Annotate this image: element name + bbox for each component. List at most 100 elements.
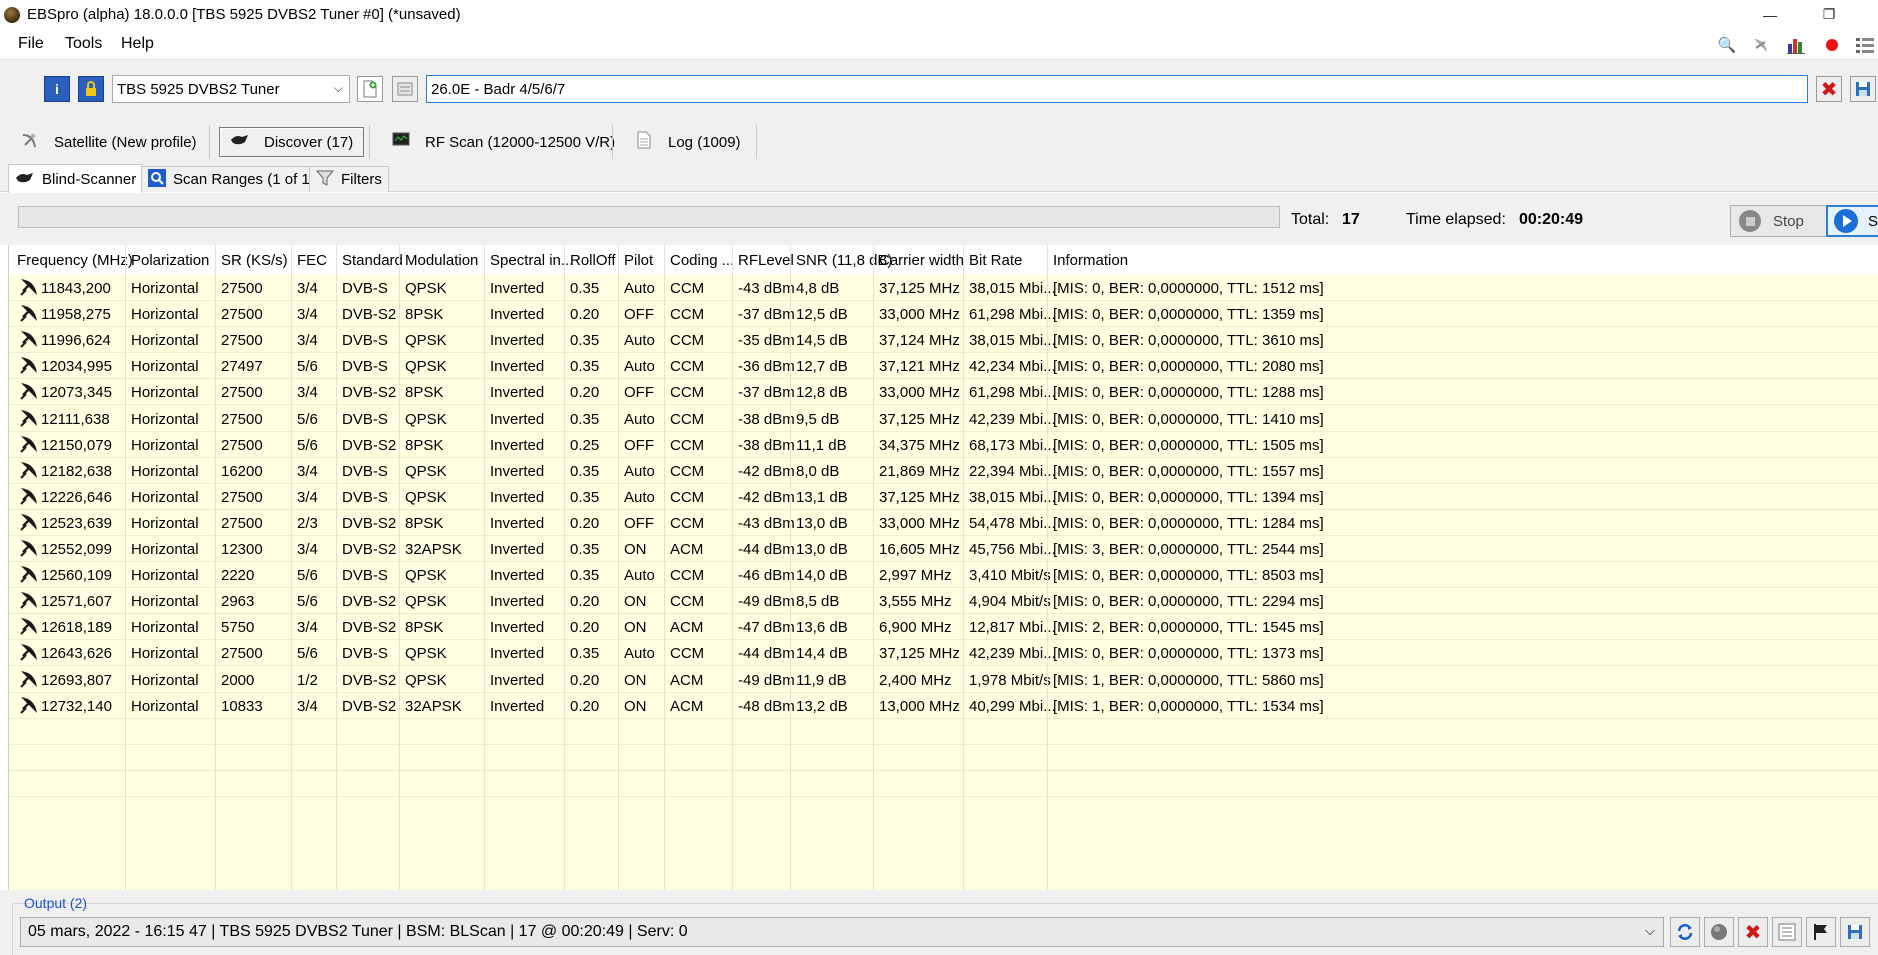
- table-cell: CCM: [670, 567, 705, 585]
- table-row[interactable]: 12571,607 Horizontal 2963 5/6 DVB-S2 QPSK Inve…: [9, 588, 1878, 615]
- menu-file[interactable]: File: [18, 35, 44, 53]
- table-row[interactable]: 12073,345 Horizontal 27500 3/4 DVB-S2 8PSK Inv…: [9, 379, 1878, 406]
- column-header[interactable]: RollOff: [570, 252, 616, 269]
- table-cell: 37,125 MHz: [879, 410, 960, 428]
- table-cell: 12732,140: [41, 697, 112, 715]
- clear-icon[interactable]: ✖: [1816, 76, 1842, 102]
- table-cell: CCM: [670, 384, 705, 402]
- table-cell: ACM: [670, 619, 704, 637]
- lock-icon[interactable]: [78, 76, 104, 102]
- table-row[interactable]: 12182,638 Horizontal 16200 3/4 DVB-S QPSK Inve…: [9, 458, 1878, 484]
- record-icon[interactable]: [1821, 35, 1843, 55]
- output-select[interactable]: 05 mars, 2022 - 16:15 47 | TBS 5925 DVBS…: [20, 917, 1664, 947]
- table-row[interactable]: 12643,626 Horizontal 27500 5/6 DVB-S QPSK Inve…: [9, 640, 1878, 667]
- discover-icon: [15, 171, 35, 187]
- column-header[interactable]: Standard: [342, 252, 403, 269]
- table-cell: 2,400 MHz: [879, 671, 952, 689]
- tab-satellite[interactable]: Satellite (New profile): [20, 127, 197, 157]
- table-cell: 3,555 MHz: [879, 593, 952, 611]
- table-row[interactable]: 12034,995 Horizontal 27497 5/6 DVB-S QPSK Inve…: [9, 353, 1878, 380]
- table-row[interactable]: 11843,200 Horizontal 27500 3/4 DVB-S QPSK Inve…: [9, 275, 1878, 302]
- column-header[interactable]: Polarization: [131, 252, 209, 269]
- save-output-icon[interactable]: [1840, 917, 1870, 947]
- table-row[interactable]: 12693,807 Horizontal 2000 1/2 DVB-S2 QPSK Inve…: [9, 667, 1878, 693]
- table-cell: 5/6: [297, 593, 318, 611]
- column-header[interactable]: Carrier width: [879, 252, 964, 269]
- table-cell: 42,234 Mbi...: [969, 358, 1056, 376]
- chart-icon[interactable]: [1785, 35, 1807, 55]
- table-row[interactable]: 12552,099 Horizontal 12300 3/4 DVB-S2 32APSK I…: [9, 536, 1878, 563]
- tab-rf-scan[interactable]: RF Scan (12000-12500 V/R): [391, 127, 615, 157]
- column-header[interactable]: SR (KS/s): [221, 252, 288, 269]
- clear-output-icon[interactable]: ✖: [1738, 917, 1768, 947]
- table-cell: 27497: [221, 358, 263, 376]
- table-row[interactable]: 12111,638 Horizontal 27500 5/6 DVB-S QPSK Inve…: [9, 406, 1878, 432]
- tab-scan-ranges[interactable]: Scan Ranges (1 of 1): [141, 166, 322, 192]
- start-button[interactable]: S: [1826, 205, 1878, 237]
- table-cell: 68,173 Mbi...: [969, 436, 1056, 454]
- satellite-dish-icon: [19, 434, 41, 456]
- tab-log[interactable]: Log (1009): [634, 127, 741, 157]
- document-icon: [634, 131, 654, 153]
- satellite-input[interactable]: [426, 75, 1808, 103]
- table-cell: Horizontal: [131, 567, 199, 585]
- tab-discover[interactable]: Discover (17): [219, 127, 365, 157]
- tab-filters[interactable]: Filters: [309, 166, 389, 192]
- column-header[interactable]: Frequency (MHz): [17, 252, 133, 269]
- column-header[interactable]: Bit Rate: [969, 252, 1022, 269]
- scan-progress-bar: [18, 206, 1280, 228]
- tab-blind-scanner[interactable]: Blind-Scanner: [8, 164, 144, 193]
- new-document-icon[interactable]: [357, 76, 383, 102]
- column-divider: [873, 245, 874, 890]
- table-cell: 5/6: [297, 410, 318, 428]
- table-cell: -47 dBm: [738, 619, 795, 637]
- table-cell: [MIS: 1, BER: 0,0000000, TTL: 5860 ms]: [1053, 671, 1324, 689]
- table-cell: CCM: [670, 332, 705, 350]
- table-cell: Auto: [624, 567, 655, 585]
- restore-button[interactable]: ❐: [1806, 0, 1852, 29]
- table-cell: 0.20: [570, 593, 600, 611]
- table-row[interactable]: 12560,109 Horizontal 2220 5/6 DVB-S QPSK Inver…: [9, 562, 1878, 589]
- menu-help[interactable]: Help: [121, 35, 154, 53]
- table-cell: ON: [624, 671, 647, 689]
- table-cell: 27500: [221, 384, 263, 402]
- properties-icon[interactable]: [392, 76, 418, 102]
- table-cell: 0.35: [570, 488, 600, 506]
- time-elapsed-value: 00:20:49: [1519, 211, 1584, 228]
- table-row[interactable]: 12523,639 Horizontal 27500 2/3 DVB-S2 8PSK Inv…: [9, 510, 1878, 536]
- column-header[interactable]: Pilot: [624, 252, 653, 269]
- tuner-select[interactable]: TBS 5925 DVBS2 Tuner ⌵: [112, 75, 350, 103]
- flag-icon[interactable]: [1806, 917, 1836, 947]
- table-row[interactable]: 11958,275 Horizontal 27500 3/4 DVB-S2 8PSK Inv…: [9, 301, 1878, 328]
- table-cell: 27500: [221, 410, 263, 428]
- table-row[interactable]: 11996,624 Horizontal 27500 3/4 DVB-S QPSK Inve…: [9, 327, 1878, 354]
- refresh-icon[interactable]: [1670, 917, 1700, 947]
- list-icon[interactable]: [1854, 35, 1876, 55]
- search-icon[interactable]: 🔍: [1716, 35, 1738, 55]
- save-icon[interactable]: [1850, 76, 1876, 102]
- dish-icon[interactable]: [1750, 35, 1772, 55]
- table-cell: 12552,099: [41, 541, 112, 558]
- column-header[interactable]: Coding ...: [670, 252, 734, 269]
- column-header[interactable]: Information: [1053, 252, 1128, 269]
- table-cell: 12643,626: [41, 645, 112, 663]
- table-cell: CCM: [670, 645, 705, 663]
- table-row[interactable]: 12732,140 Horizontal 10833 3/4 DVB-S2 32APSK I…: [9, 693, 1878, 719]
- table-row[interactable]: 12150,079 Horizontal 27500 5/6 DVB-S2 8PSK Inv…: [9, 432, 1878, 458]
- info-icon[interactable]: i: [44, 76, 70, 102]
- list-view-icon[interactable]: [1772, 917, 1802, 947]
- table-cell: 37,125 MHz: [879, 645, 960, 663]
- column-header[interactable]: FEC: [297, 252, 327, 269]
- sphere-icon[interactable]: [1704, 917, 1734, 947]
- column-header[interactable]: RFLevel: [738, 252, 794, 269]
- column-header[interactable]: Spectral in...: [490, 252, 573, 269]
- column-header[interactable]: Modulation: [405, 252, 478, 269]
- table-cell: OFF: [624, 514, 654, 532]
- table-row[interactable]: 12618,189 Horizontal 5750 3/4 DVB-S2 8PSK Inve…: [9, 614, 1878, 641]
- column-header[interactable]: SNR (11,8 dB): [796, 252, 892, 269]
- table-cell: 12,8 dB: [796, 384, 848, 402]
- menu-tools[interactable]: Tools: [65, 35, 102, 53]
- table-cell: ON: [624, 697, 647, 715]
- minimize-button[interactable]: —: [1747, 0, 1793, 29]
- table-row[interactable]: 12226,646 Horizontal 27500 3/4 DVB-S QPSK Inve…: [9, 484, 1878, 510]
